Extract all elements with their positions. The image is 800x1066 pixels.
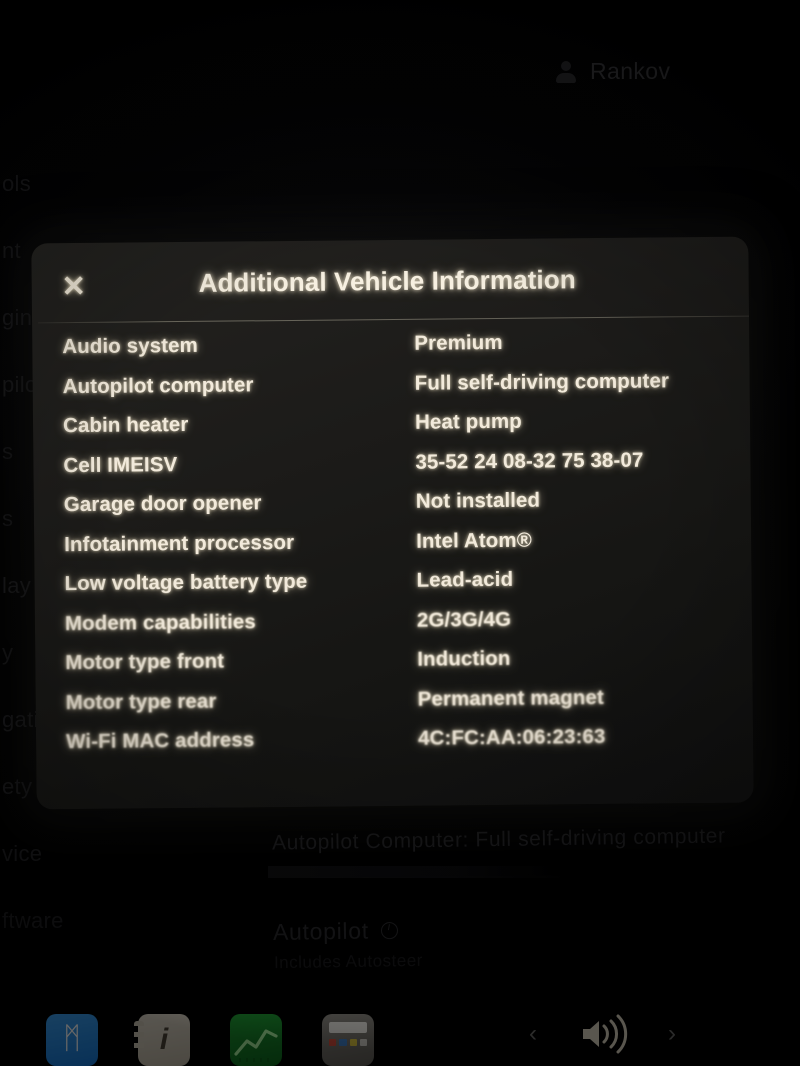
- table-row: Wi-Fi MAC address 4C:FC:AA:06:23:63: [66, 724, 727, 770]
- header-divider: [38, 315, 750, 324]
- app-launcher-bar: ᛗ i ‹ ›: [0, 980, 800, 1066]
- chevron-right-icon[interactable]: ›: [668, 1022, 676, 1046]
- dialog-title: Additional Vehicle Information: [198, 264, 576, 298]
- row-value: 2G/3G/4G: [416, 607, 512, 632]
- autopilot-section-label: Autopilot: [272, 917, 370, 945]
- row-label: Cabin heater: [62, 412, 189, 438]
- autopilot-section-heading: Autopilot: [273, 917, 398, 946]
- volume-icon[interactable]: [579, 1014, 637, 1054]
- vehicle-touchscreen: Rankov ols nt ging pilot s s lay y gatio…: [0, 0, 800, 1066]
- row-label: Audio system: [62, 333, 199, 359]
- row-value: Full self-driving computer: [414, 368, 670, 395]
- table-row: Cabin heater Heat pump: [63, 408, 724, 454]
- dialog-header: ✕ Additional Vehicle Information: [31, 237, 750, 324]
- row-value: Not installed: [415, 488, 541, 513]
- stocks-chart-glyph: [234, 1029, 278, 1062]
- table-row: Garage door opener Not installed: [64, 487, 725, 533]
- calculator-icon[interactable]: [322, 1014, 374, 1066]
- bluetooth-glyph: ᛗ: [63, 1022, 81, 1055]
- bluetooth-icon[interactable]: ᛗ: [46, 1014, 98, 1066]
- row-value: Induction: [417, 646, 511, 671]
- driver-profile-name: Rankov: [590, 58, 671, 84]
- table-row: Infotainment processor Intel Atom®: [64, 526, 725, 572]
- sidebar-item-controls[interactable]: ols: [0, 150, 72, 217]
- row-value: Permanent magnet: [417, 685, 604, 711]
- stocks-icon[interactable]: [230, 1014, 282, 1066]
- table-row: Modem capabilities 2G/3G/4G: [65, 605, 726, 651]
- autopilot-subtext: Includes Autosteer: [273, 950, 424, 973]
- table-row: Motor type rear Permanent magnet: [66, 684, 727, 730]
- calculator-keys-glyph: [329, 1039, 367, 1046]
- row-label: Cell IMEISV: [63, 452, 178, 477]
- contacts-glyph: i: [159, 1023, 169, 1056]
- contacts-icon[interactable]: i: [134, 1014, 190, 1066]
- table-row: Autopilot computer Full self-driving com…: [63, 368, 724, 414]
- row-value: Lead-acid: [416, 567, 514, 592]
- table-row: Cell IMEISV 35-52 24 08-32 75 38-07: [63, 447, 724, 493]
- row-label: Autopilot computer: [62, 372, 254, 398]
- table-row: Audio system Premium: [62, 329, 723, 375]
- row-value: 35-52 24 08-32 75 38-07: [415, 448, 644, 474]
- table-row: Low voltage battery type Lead-acid: [64, 566, 725, 612]
- row-label: Infotainment processor: [64, 530, 295, 556]
- driver-profile[interactable]: Rankov: [556, 58, 670, 85]
- row-value: Premium: [414, 330, 503, 355]
- row-label: Low voltage battery type: [64, 569, 308, 596]
- calculator-display-glyph: [329, 1022, 367, 1033]
- chevron-left-icon[interactable]: ‹: [529, 1022, 537, 1046]
- info-icon[interactable]: [380, 922, 398, 940]
- sidebar-item-software[interactable]: ftware: [0, 887, 72, 954]
- background-ghost-row: [268, 866, 568, 878]
- sidebar-item-service[interactable]: vice: [0, 820, 72, 887]
- row-label: Modem capabilities: [64, 609, 256, 635]
- additional-vehicle-information-dialog: ✕ Additional Vehicle Information Audio s…: [31, 236, 754, 810]
- autopilot-computer-summary: Autopilot Computer: Full self-driving co…: [271, 824, 726, 855]
- speaker-waves-glyph: [583, 1014, 628, 1054]
- row-label: Wi-Fi MAC address: [65, 728, 255, 754]
- table-row: Motor type front Induction: [65, 645, 726, 691]
- row-label: Motor type rear: [65, 689, 217, 714]
- row-value: Heat pump: [414, 409, 522, 434]
- row-label: Motor type front: [65, 649, 225, 675]
- person-icon: [556, 60, 576, 83]
- row-value: 4C:FC:AA:06:23:63: [417, 724, 606, 750]
- row-value: Intel Atom®: [416, 528, 532, 553]
- vehicle-info-table: Audio system Premium Autopilot computer …: [32, 329, 753, 770]
- row-label: Garage door opener: [63, 491, 262, 517]
